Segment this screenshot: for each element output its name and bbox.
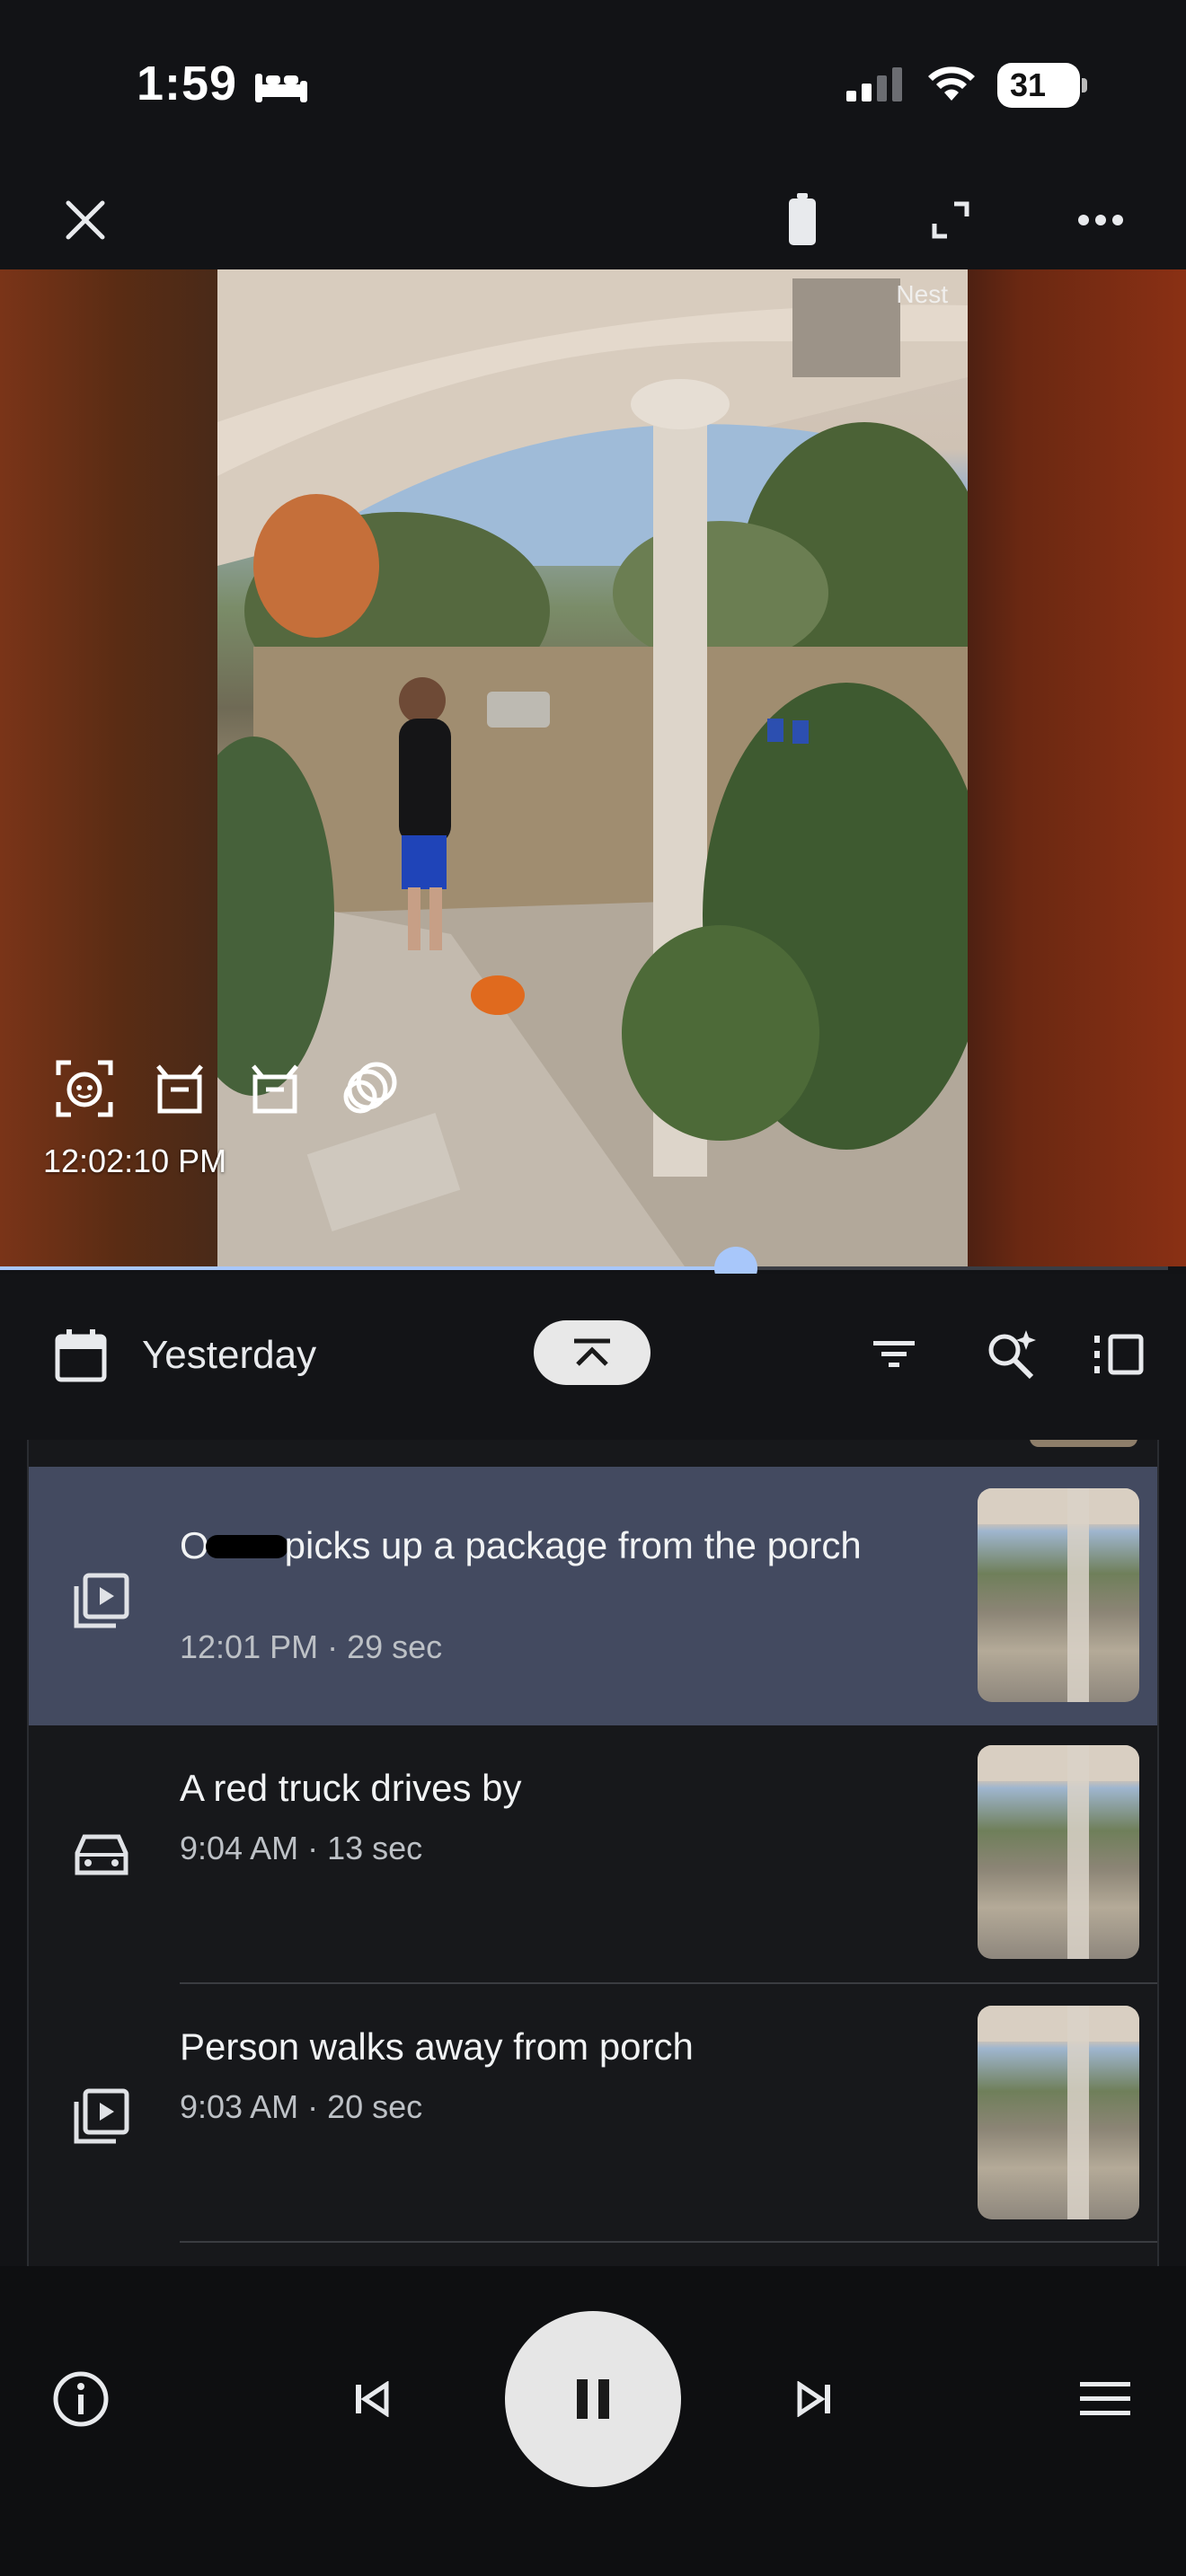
- event-thumbnail[interactable]: [978, 1488, 1139, 1702]
- previous-event-thumbnail: [1030, 1440, 1137, 1447]
- more-horizontal-icon: [1078, 215, 1123, 225]
- skip-next-icon: [797, 2381, 830, 2417]
- event-title: A red truck drives by: [180, 1767, 522, 1809]
- pause-icon: [577, 2379, 609, 2419]
- info-icon: [53, 2371, 109, 2427]
- event-thumbnail[interactable]: [978, 2006, 1139, 2219]
- scrubber-progress: [0, 1266, 736, 1270]
- close-icon: [66, 200, 105, 240]
- event-row[interactable]: Opicks up a package from the porch 12:01…: [29, 1467, 1157, 1725]
- collapse-button[interactable]: [534, 1320, 651, 1385]
- previous-event-button[interactable]: [336, 2363, 408, 2435]
- view-toggle-button[interactable]: [1092, 1328, 1146, 1381]
- camera-battery-button[interactable]: [771, 189, 834, 251]
- wifi-icon: [925, 65, 978, 107]
- event-title: Opicks up a package from the porch: [180, 1524, 862, 1566]
- event-thumbnail[interactable]: [978, 1745, 1139, 1959]
- sleep-focus-icon: [253, 68, 309, 109]
- event-row[interactable]: Person walks away from porch 9:03 AM · 2…: [29, 1984, 1157, 2243]
- event-meta: 12:01 PM · 29 sec: [180, 1628, 443, 1665]
- detection-badges: [54, 1058, 401, 1119]
- event-row[interactable]: A red truck drives by 9:04 AM · 13 sec: [29, 1725, 1157, 1984]
- event-list: Opicks up a package from the porch 12:01…: [27, 1440, 1159, 2266]
- brand-watermark: Nest: [896, 280, 948, 308]
- date-selector[interactable]: Yesterday: [142, 1333, 316, 1378]
- pause-button[interactable]: [505, 2311, 681, 2487]
- next-event-button[interactable]: [778, 2363, 850, 2435]
- status-time: 1:59: [137, 57, 238, 110]
- search-sparkle-icon: [988, 1330, 1036, 1380]
- timeline-header: Yesterday: [0, 1274, 1186, 1440]
- event-meta: 9:03 AM · 20 sec: [180, 2088, 423, 2125]
- familiar-face-icon: [54, 1058, 115, 1119]
- car-icon: [70, 1824, 133, 1887]
- camera-playback-screen: 1:59 31 Nest 12:02:10 PM Yesterday O pic…: [0, 0, 1186, 2576]
- more-options-button[interactable]: [1069, 189, 1132, 251]
- redaction-mark: [205, 1534, 288, 1558]
- video-player[interactable]: Nest 12:02:10 PM: [0, 269, 1186, 1266]
- video-clip-icon: [70, 2085, 133, 2148]
- event-title: Person walks away from porch: [180, 2025, 694, 2068]
- smart-search-button[interactable]: [984, 1328, 1038, 1381]
- filter-button[interactable]: [867, 1328, 921, 1381]
- battery-full-icon: [789, 193, 816, 245]
- collapse-up-icon: [574, 1338, 610, 1366]
- list-divider: [180, 2241, 1157, 2243]
- cellular-signal-icon: [846, 66, 906, 106]
- status-indicators: 31: [846, 63, 1087, 108]
- status-bar: 1:59 31: [0, 0, 1186, 171]
- motion-icon: [340, 1058, 401, 1119]
- skip-previous-icon: [356, 2381, 389, 2417]
- playback-controls: [0, 2266, 1186, 2576]
- fullscreen-button[interactable]: [919, 189, 982, 251]
- package-delivered-icon: [149, 1058, 210, 1119]
- close-button[interactable]: [54, 189, 117, 251]
- menu-icon: [1080, 2382, 1130, 2415]
- video-clip-icon: [70, 1569, 133, 1632]
- calendar-button[interactable]: [54, 1328, 108, 1388]
- info-button[interactable]: [45, 2363, 117, 2435]
- video-timestamp: 12:02:10 PM: [43, 1142, 227, 1179]
- playback-scrubber[interactable]: [0, 1247, 1186, 1290]
- event-meta: 9:04 AM · 13 sec: [180, 1830, 423, 1866]
- fullscreen-icon: [932, 201, 969, 239]
- player-toolbar: [0, 171, 1186, 269]
- battery-level: 31: [1010, 66, 1047, 103]
- package-retrieved-icon: [244, 1058, 305, 1119]
- battery-indicator: 31: [997, 63, 1087, 108]
- menu-button[interactable]: [1069, 2363, 1141, 2435]
- filter-icon: [873, 1341, 915, 1367]
- calendar-icon: [55, 1329, 107, 1382]
- list-view-icon: [1094, 1334, 1144, 1375]
